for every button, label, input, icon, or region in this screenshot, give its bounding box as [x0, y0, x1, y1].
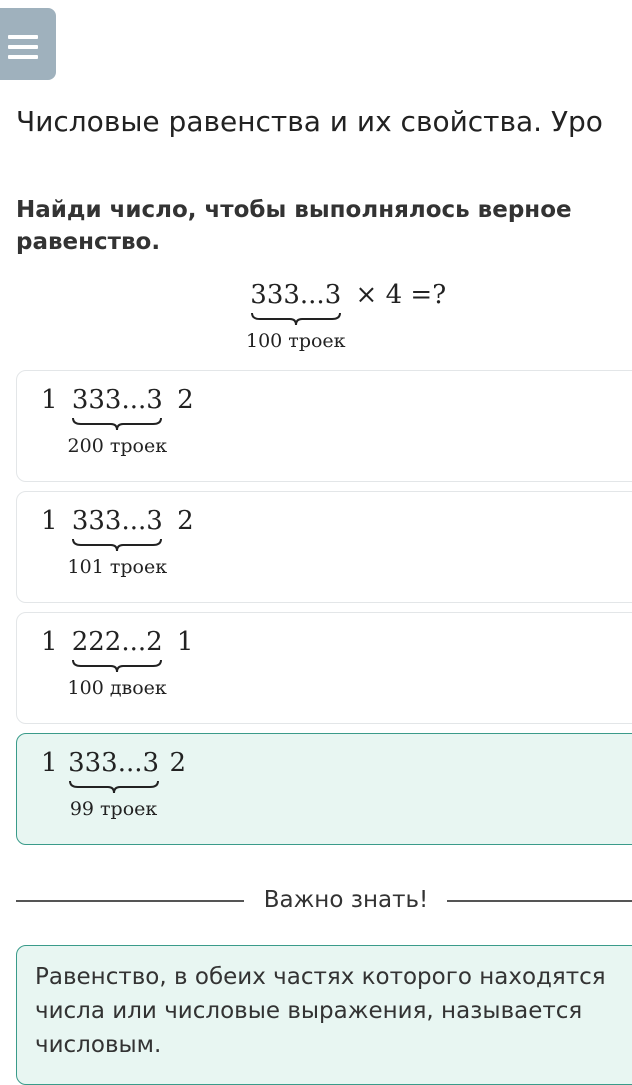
- option-brace-label: 99 троек: [69, 798, 158, 820]
- option-underbrace-group: 333...3 200 троек: [68, 383, 168, 457]
- equation-number: 333...3: [250, 280, 342, 310]
- answer-option-3[interactable]: 1 222...2 100 двоек 1: [16, 612, 632, 724]
- option-underbrace-group: 222...2 100 двоек: [68, 625, 167, 699]
- underbrace-icon: [72, 659, 163, 673]
- answer-option-1[interactable]: 1 333...3 200 троек 2: [16, 370, 632, 482]
- option-number: 333...3: [71, 385, 163, 415]
- important-text: Равенство, в обеих частях которого наход…: [35, 964, 606, 1058]
- underbrace-icon: [68, 780, 159, 794]
- option-prefix: 1: [41, 627, 58, 657]
- option-number: 222...2: [71, 627, 163, 657]
- option-underbrace-group: 333...3 99 троек: [68, 746, 160, 820]
- underbrace-icon: [72, 538, 163, 552]
- important-heading: Важно знать!: [263, 887, 429, 913]
- option-prefix: 1: [41, 748, 58, 778]
- answer-option-2[interactable]: 1 333...3 101 троек 2: [16, 491, 632, 603]
- task-equation: 333...3 100 троек × 4 =?: [246, 278, 446, 358]
- equation-underbrace-group: 333...3 100 троек: [246, 278, 346, 352]
- option-number: 333...3: [71, 506, 163, 536]
- task-instruction: Найди число, чтобы выполнялось верное ра…: [16, 197, 572, 255]
- menu-button[interactable]: [0, 8, 56, 80]
- option-brace-label: 100 двоек: [67, 677, 167, 699]
- equation-rest: × 4 =?: [355, 280, 447, 310]
- underbrace-icon: [72, 417, 163, 431]
- underbrace-icon: [250, 312, 341, 326]
- option-brace-label: 101 троек: [67, 556, 168, 578]
- hamburger-menu-icon: [8, 35, 38, 65]
- option-prefix: 1: [41, 385, 58, 415]
- lesson-title: Числовые равенства и их свойства. Уро: [16, 105, 603, 138]
- answer-option-4-selected[interactable]: 1 333...3 99 троек 2: [16, 733, 632, 845]
- option-prefix: 1: [41, 506, 58, 536]
- option-number: 333...3: [68, 748, 160, 778]
- equation-brace-label: 100 троек: [246, 330, 346, 352]
- option-suffix: 2: [177, 506, 194, 536]
- divider-line-right: [447, 900, 632, 902]
- option-suffix: 2: [177, 385, 194, 415]
- option-suffix: 2: [169, 748, 187, 778]
- option-suffix: 1: [176, 627, 194, 657]
- divider-line-left: [16, 900, 244, 902]
- option-underbrace-group: 333...3 101 троек: [68, 504, 168, 578]
- option-brace-label: 200 троек: [67, 435, 168, 457]
- important-info-box: Равенство, в обеих частях которого наход…: [16, 945, 632, 1085]
